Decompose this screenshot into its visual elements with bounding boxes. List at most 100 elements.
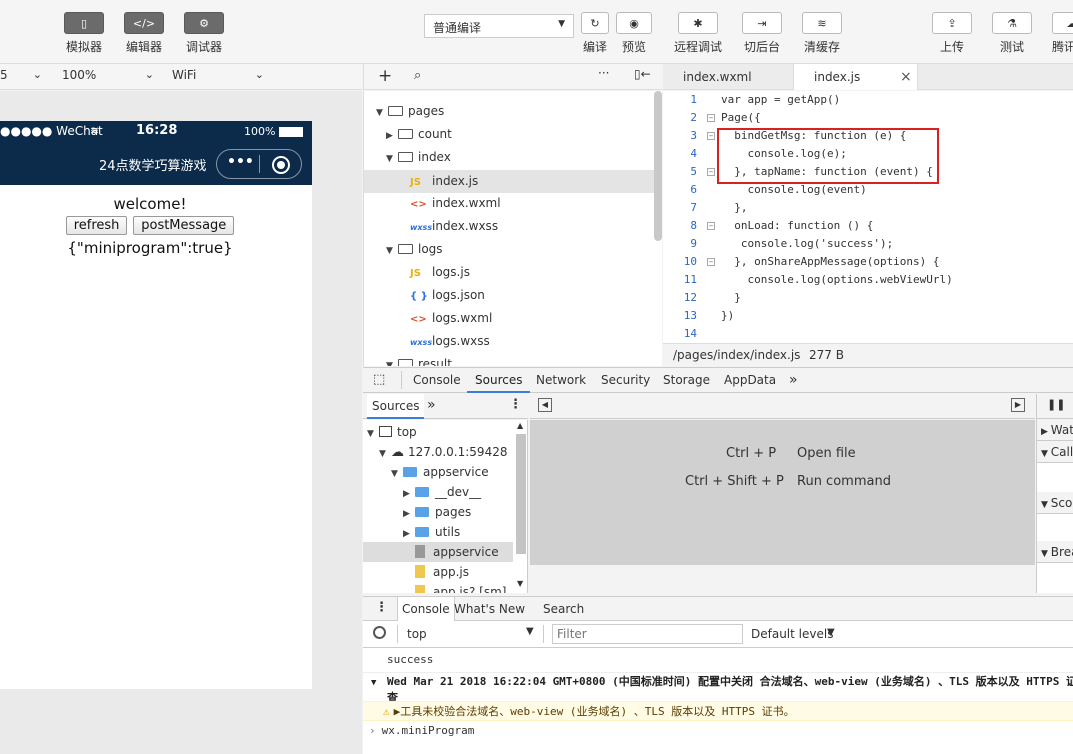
console-drawer-tabs: ⋮ Console What's New Search [363, 596, 1073, 621]
clear-console-icon[interactable] [373, 626, 386, 639]
tab-index-wxml[interactable]: index.wxml [663, 64, 793, 90]
zoom-select[interactable]: 100% ⌄ [58, 68, 154, 86]
src-item-top[interactable]: ▼ top [367, 422, 417, 442]
close-miniprogram-icon[interactable] [272, 156, 290, 174]
tree-item-result[interactable]: ▼ result [386, 353, 452, 366]
tab-console[interactable]: Console [413, 368, 461, 393]
cloud-icon: ☁ [1052, 12, 1073, 34]
section-breakpoints[interactable]: ▼ Breakpoints [1037, 541, 1073, 563]
post-message-button[interactable]: postMessage [133, 216, 235, 235]
section-watch[interactable]: ▶ Watch [1037, 419, 1073, 441]
console-filter-input[interactable] [552, 624, 743, 644]
collapse-panel-icon[interactable]: ▯← [634, 67, 651, 81]
more-tabs-icon[interactable]: » [789, 368, 798, 393]
clear-cache-button[interactable]: ≋ 清缓存 [800, 12, 844, 55]
sources-tree-scrollbar[interactable] [516, 434, 526, 554]
tree-item-index-wxml[interactable]: <> index.wxml [410, 192, 501, 215]
filetree-scrollbar[interactable] [654, 91, 662, 241]
tree-item-pages[interactable]: ▼ pages [376, 100, 444, 123]
tab-appdata[interactable]: AppData [724, 368, 776, 393]
test-button[interactable]: ⚗ 测试 [992, 12, 1032, 55]
compile-mode-select[interactable]: 普通编译 ▼ [424, 14, 574, 38]
compile-button[interactable]: ↻ 编译 [576, 12, 614, 55]
kebab-menu-icon[interactable]: ⋮ [509, 397, 522, 412]
upload-button[interactable]: ⇪ 上传 [932, 12, 972, 55]
search-icon[interactable]: ⌕ [414, 68, 421, 83]
debugger-icon: ⚙ [184, 12, 224, 34]
chevron-down-icon: ▼ [391, 469, 398, 479]
src-item-host[interactable]: ▼ ☁ 127.0.0.1:59428 [379, 442, 507, 462]
tree-item-count[interactable]: ▶ count [386, 123, 452, 146]
editor-toggle-button[interactable]: </> 编辑器 [124, 12, 164, 55]
simulator-toggle-button[interactable]: ▯ 模拟器 [64, 12, 104, 55]
tree-item-index-wxss[interactable]: wxssindex.wxss [410, 215, 498, 238]
section-scope[interactable]: ▼ Scope [1037, 492, 1073, 514]
scroll-up-icon[interactable]: ▲ [517, 421, 523, 430]
toggle-debugger-icon[interactable]: ▶ [1011, 398, 1025, 412]
sources-file-tree: ▼ top ▼ ☁ 127.0.0.1:59428 ▼ appservice ▶ __de… [363, 420, 528, 593]
tab-network[interactable]: Network [536, 368, 586, 393]
more-tabs-icon[interactable]: » [427, 397, 436, 413]
fold-toggle-icon[interactable]: − [707, 258, 715, 266]
more-icon[interactable]: ··· [598, 66, 609, 80]
src-item-utils[interactable]: ▶ utils [403, 522, 460, 542]
fold-toggle-icon[interactable]: − [707, 168, 715, 176]
drawer-tab-console[interactable]: Console [397, 597, 455, 621]
frame-icon [379, 426, 392, 437]
section-call-stack[interactable]: ▼ Call Stack [1037, 441, 1073, 463]
tree-item-index-js[interactable]: JS index.js [364, 170, 656, 193]
tree-item-label: index.wxml [432, 196, 501, 210]
tree-item-logs-wxml[interactable]: <> logs.wxml [410, 307, 492, 330]
network-value: WiFi [172, 68, 197, 82]
simulator-options-bar: 5 ⌄ 100% ⌄ WiFi ⌄ [0, 64, 362, 90]
device-select[interactable]: 5 ⌄ [0, 68, 42, 86]
console-group-line[interactable]: ▼ Wed Mar 21 2018 16:22:04 GMT+0800 (中国标准… [363, 672, 1073, 702]
debugger-toggle-button[interactable]: ⚙ 调试器 [184, 12, 224, 55]
src-item-appservice-folder[interactable]: ▼ appservice [391, 462, 489, 482]
tree-item-logs-json[interactable]: { } logs.json [410, 284, 485, 307]
webview-button-row: refresh postMessage [0, 216, 300, 235]
tree-item-index[interactable]: ▼ index [386, 146, 451, 169]
tab-sources-nav[interactable]: Sources [367, 394, 425, 419]
pause-icon[interactable]: ❚❚ [1047, 398, 1065, 411]
scroll-down-icon[interactable]: ▼ [517, 579, 523, 588]
devtools-tabbar: ⬚ Console Sources Network Security Stora… [363, 367, 1073, 393]
chevron-down-icon[interactable]: ▼ [827, 627, 835, 638]
fold-toggle-icon[interactable]: − [707, 222, 715, 230]
console-input-line[interactable]: › wx.miniProgram [363, 724, 1073, 737]
wifi-icon: ≋ [90, 124, 100, 137]
tab-security[interactable]: Security [601, 368, 650, 393]
tab-index-js[interactable]: index.js × [793, 64, 918, 90]
tab-sources[interactable]: Sources [467, 368, 531, 393]
tree-item-logs-wxss[interactable]: wxsslogs.wxss [410, 330, 490, 353]
more-icon[interactable]: ••• [227, 154, 254, 170]
console-warning-line[interactable]: ⚠ ▶工具未校验合法域名、web-view (业务域名) 、TLS 版本以及 HT… [363, 701, 1073, 721]
chevron-right-icon: ▶ [403, 509, 410, 519]
toggle-navigator-icon[interactable]: ◀ [538, 398, 552, 412]
log-levels-select[interactable]: Default levels [751, 627, 833, 641]
remote-debug-button[interactable]: ✱ 远程调试 [672, 12, 724, 55]
tencent-cloud-button[interactable]: ☁ 腾讯 [1052, 12, 1073, 55]
add-file-icon[interactable]: + [378, 66, 392, 86]
background-button[interactable]: ⇥ 切后台 [740, 12, 784, 55]
close-icon[interactable]: × [900, 64, 912, 90]
drawer-tab-search[interactable]: Search [543, 597, 584, 621]
kebab-menu-icon[interactable]: ⋮ [375, 600, 388, 615]
src-item-dev[interactable]: ▶ __dev__ [403, 482, 481, 502]
tab-storage[interactable]: Storage [663, 368, 710, 393]
tree-item-logs-js[interactable]: JS logs.js [410, 261, 470, 284]
fold-toggle-icon[interactable]: − [707, 132, 715, 140]
fold-toggle-icon[interactable]: − [707, 114, 715, 122]
src-item-pages[interactable]: ▶ pages [403, 502, 471, 522]
network-select[interactable]: WiFi ⌄ [168, 68, 264, 86]
tree-item-logs[interactable]: ▼ logs [386, 238, 443, 261]
drawer-tab-whats-new[interactable]: What's New [454, 597, 525, 621]
src-item-app-js[interactable]: app.js [415, 562, 469, 582]
inspect-element-icon[interactable]: ⬚ [373, 372, 385, 387]
context-select[interactable]: top [407, 627, 427, 641]
chevron-down-icon[interactable]: ▼ [526, 626, 534, 637]
src-item-appservice-file[interactable]: appservice [363, 542, 513, 562]
src-item-app-js-sm[interactable]: app.js? [sm] [415, 582, 506, 593]
refresh-button[interactable]: refresh [65, 216, 128, 235]
preview-button[interactable]: ◉ 预览 [616, 12, 652, 55]
